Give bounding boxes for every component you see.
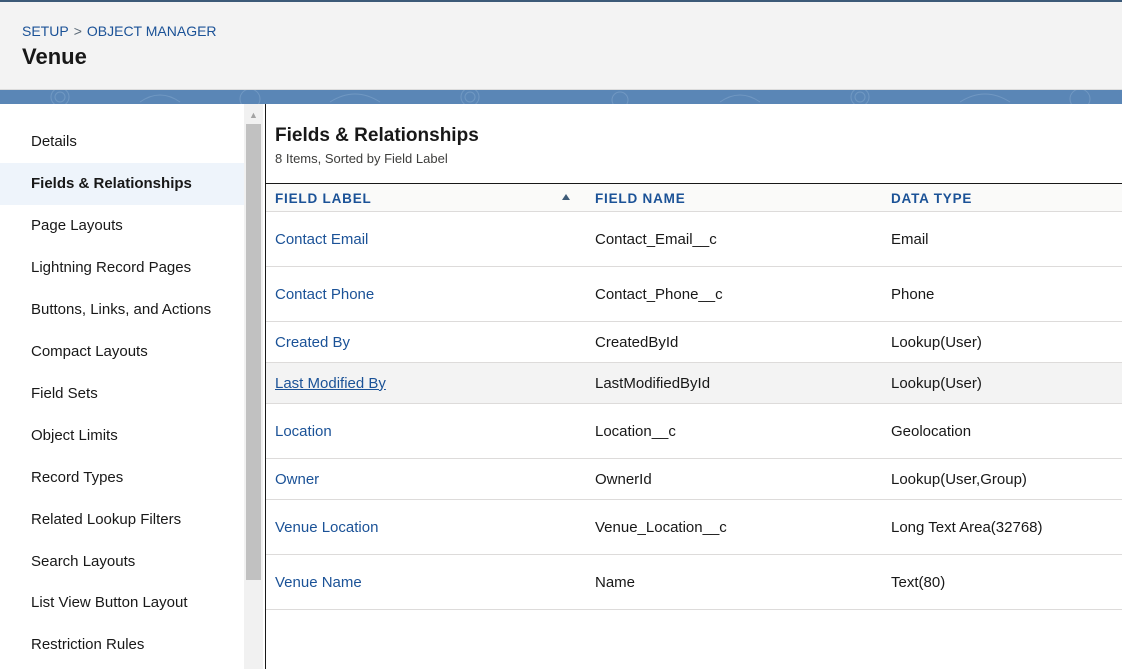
section-title: Fields & Relationships xyxy=(275,125,479,146)
field-label-link[interactable]: Venue Name xyxy=(275,574,362,591)
table-header: FIELD LABEL FIELD NAME DATA TYPE xyxy=(266,183,1122,212)
data-type-cell: Email xyxy=(891,230,929,248)
data-type-cell: Lookup(User,Group) xyxy=(891,470,1027,488)
page-title: Venue xyxy=(22,44,87,69)
sidebar-item-object-limits[interactable]: Object Limits xyxy=(0,415,244,457)
data-type-cell: Lookup(User) xyxy=(891,333,982,351)
table-row: Owner OwnerId Lookup(User,Group) xyxy=(266,459,1122,500)
page-header: SETUP > OBJECT MANAGER Venue xyxy=(0,2,1122,90)
scroll-up-arrow-icon[interactable]: ▲ xyxy=(244,108,263,122)
sidebar-item-fields-relationships[interactable]: Fields & Relationships xyxy=(0,163,244,205)
data-type-cell: Text(80) xyxy=(891,573,946,591)
field-label-link[interactable]: Contact Email xyxy=(275,231,368,248)
field-name-cell: Name xyxy=(595,573,636,591)
table-row: Contact Phone Contact_Phone__c Phone xyxy=(266,267,1122,322)
field-label-link[interactable]: Owner xyxy=(275,471,319,488)
section-subtitle: 8 Items, Sorted by Field Label xyxy=(275,151,448,166)
data-type-cell: Lookup(User) xyxy=(891,374,982,392)
sidebar-item-page-layouts[interactable]: Page Layouts xyxy=(0,205,244,247)
fields-table: FIELD LABEL FIELD NAME DATA TYPE Contact… xyxy=(266,183,1122,610)
data-type-cell: Geolocation xyxy=(891,422,972,440)
column-header-field-name[interactable]: FIELD NAME xyxy=(595,184,686,212)
sidebar-item-record-types[interactable]: Record Types xyxy=(0,457,244,499)
sidebar-item-list-view-button-layout[interactable]: List View Button Layout xyxy=(0,582,244,624)
field-label-link[interactable]: Created By xyxy=(275,334,350,351)
sidebar-item-search-layouts[interactable]: Search Layouts xyxy=(0,541,244,583)
sidebar-item-compact-layouts[interactable]: Compact Layouts xyxy=(0,331,244,373)
sidebar-item-buttons-links-actions[interactable]: Buttons, Links, and Actions xyxy=(0,289,244,331)
table-row: Created By CreatedById Lookup(User) xyxy=(266,322,1122,363)
field-label-link[interactable]: Contact Phone xyxy=(275,286,374,303)
data-type-cell: Phone xyxy=(891,285,935,303)
column-header-field-label[interactable]: FIELD LABEL xyxy=(275,184,372,212)
sort-ascending-icon[interactable] xyxy=(562,194,570,200)
field-label-link[interactable]: Location xyxy=(275,423,332,440)
field-name-cell: LastModifiedById xyxy=(595,374,711,392)
table-row: Venue Name Name Text(80) xyxy=(266,555,1122,610)
breadcrumb-object-manager[interactable]: OBJECT MANAGER xyxy=(87,23,217,39)
field-label-link[interactable]: Last Modified By xyxy=(275,375,386,392)
breadcrumb-setup[interactable]: SETUP xyxy=(22,23,69,39)
sidebar-item-details[interactable]: Details xyxy=(0,121,244,163)
sidebar-item-lightning-record-pages[interactable]: Lightning Record Pages xyxy=(0,247,244,289)
field-name-cell: Contact_Phone__c xyxy=(595,285,723,303)
field-name-cell: Venue_Location__c xyxy=(595,518,727,536)
scroll-thumb[interactable] xyxy=(246,124,261,580)
field-label-link[interactable]: Venue Location xyxy=(275,519,378,536)
sidebar-item-restriction-rules[interactable]: Restriction Rules xyxy=(0,624,244,666)
table-row: Venue Location Venue_Location__c Long Te… xyxy=(266,500,1122,555)
sidebar-item-related-lookup-filters[interactable]: Related Lookup Filters xyxy=(0,499,244,541)
data-type-cell: Long Text Area(32768) xyxy=(891,518,1043,536)
column-header-data-type[interactable]: DATA TYPE xyxy=(891,184,972,212)
field-name-cell: Location__c xyxy=(595,422,676,440)
field-name-cell: Contact_Email__c xyxy=(595,230,717,248)
fields-panel: Fields & Relationships 8 Items, Sorted b… xyxy=(265,104,1122,669)
table-row-hovered: Last Modified By LastModifiedById Lookup… xyxy=(266,363,1122,404)
table-row: Location Location__c Geolocation xyxy=(266,404,1122,459)
breadcrumb-separator: > xyxy=(73,23,82,39)
field-name-cell: OwnerId xyxy=(595,470,652,488)
field-name-cell: CreatedById xyxy=(595,333,679,351)
header-banner xyxy=(0,90,1122,104)
object-sidebar: Details Fields & Relationships Page Layo… xyxy=(0,104,244,669)
table-row: Contact Email Contact_Email__c Email xyxy=(266,212,1122,267)
sidebar-scrollbar[interactable]: ▲ xyxy=(244,104,263,669)
sidebar-item-field-sets[interactable]: Field Sets xyxy=(0,373,244,415)
breadcrumb: SETUP > OBJECT MANAGER xyxy=(22,23,217,39)
